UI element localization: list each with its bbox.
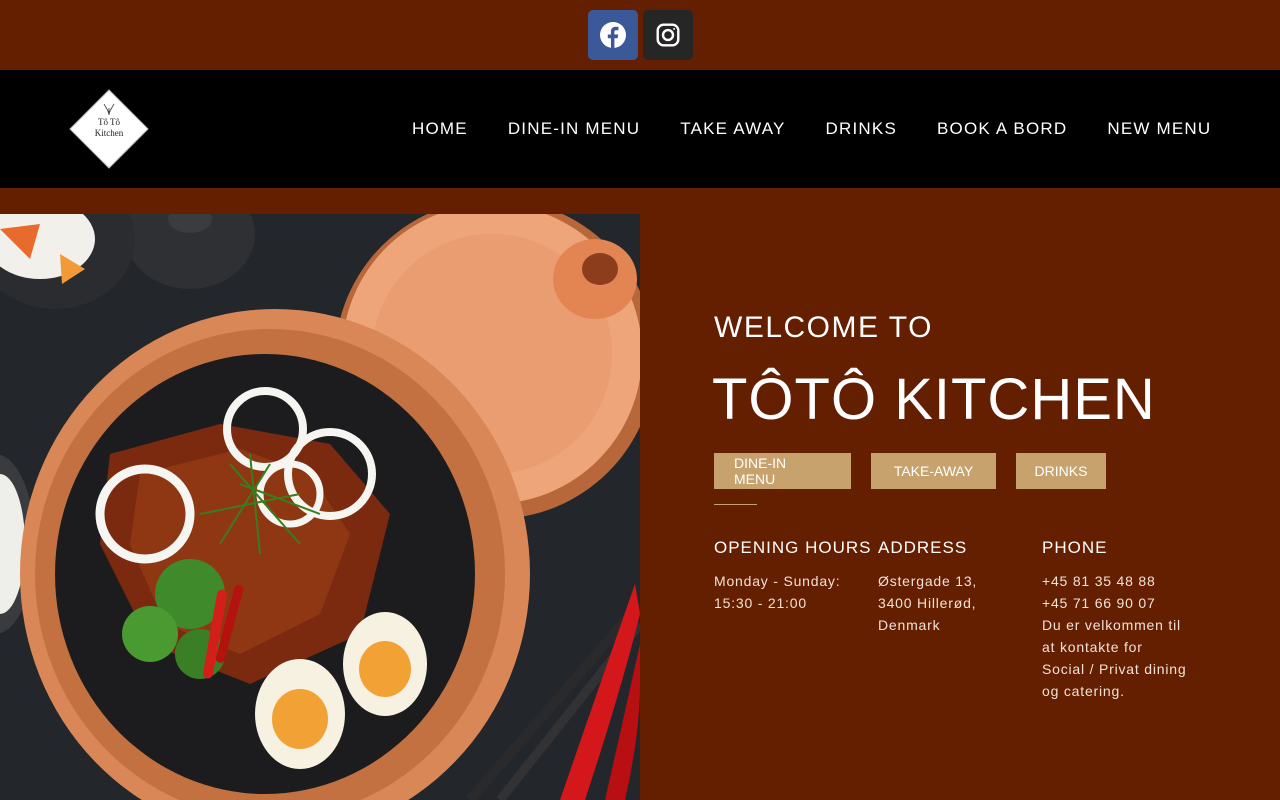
drinks-button[interactable]: DRINKS: [1016, 453, 1106, 489]
phone-number-2[interactable]: +45 71 66 90 07: [1042, 592, 1222, 614]
social-bar: [0, 0, 1280, 70]
opening-hours-heading: OPENING HOURS: [714, 538, 872, 557]
section-divider: [714, 504, 757, 505]
clay-pot-illustration: [0, 214, 640, 800]
nav-item-book-a-bord[interactable]: BOOK A BORD: [937, 119, 1067, 139]
logo-text: Tô Tô Kitchen: [70, 117, 148, 139]
hero-food-image: [0, 214, 640, 800]
nav-item-home[interactable]: HOME: [412, 119, 468, 139]
nav-item-new-menu[interactable]: NEW MENU: [1107, 119, 1211, 139]
address-heading: ADDRESS: [878, 538, 968, 557]
logo-line-1: Tô Tô: [97, 117, 121, 127]
nav-item-dine-in-menu[interactable]: DINE-IN MENU: [508, 119, 640, 139]
phone-note-line: Social / Privat dining: [1042, 661, 1187, 677]
phone-number-1[interactable]: +45 81 35 48 88: [1042, 570, 1222, 592]
nav-item-take-away[interactable]: TAKE AWAY: [680, 119, 785, 139]
phone-section: PHONE +45 81 35 48 88 +45 71 66 90 07 Du…: [1042, 538, 1222, 702]
address-line: Denmark: [878, 617, 941, 633]
instagram-icon: [656, 23, 680, 47]
facebook-button[interactable]: [588, 10, 638, 60]
restaurant-title: TÔTÔ KITCHEN: [712, 367, 1156, 432]
dine-in-menu-button[interactable]: DINE-IN MENU: [714, 453, 851, 489]
site-header: Tô Tô Kitchen HOME DINE-IN MENU TAKE AWA…: [0, 70, 1280, 188]
phone-note-line: og catering.: [1042, 683, 1125, 699]
address-line: Østergade 13,: [878, 573, 978, 589]
phone-note-line: Du er velkommen til: [1042, 617, 1181, 633]
nav-item-drinks[interactable]: DRINKS: [826, 119, 897, 139]
facebook-icon: [600, 22, 626, 48]
opening-hours-section: OPENING HOURS Monday - Sunday: 15:30 - 2…: [714, 538, 872, 614]
logo-line-2: Kitchen: [94, 128, 124, 138]
hours-line: 15:30 - 21:00: [714, 595, 807, 611]
site-logo[interactable]: Tô Tô Kitchen: [69, 89, 149, 169]
hours-line: Monday - Sunday:: [714, 573, 841, 589]
leaf-icon: [103, 103, 115, 116]
main-nav: HOME DINE-IN MENU TAKE AWAY DRINKS BOOK …: [392, 70, 1210, 188]
take-away-button[interactable]: TAKE-AWAY: [871, 453, 996, 489]
address-section: ADDRESS Østergade 13, 3400 Hillerød, Den…: [878, 538, 1028, 636]
address-line: 3400 Hillerød,: [878, 595, 977, 611]
phone-heading: PHONE: [1042, 538, 1108, 557]
phone-note-line: at kontakte for: [1042, 639, 1143, 655]
instagram-button[interactable]: [643, 10, 693, 60]
welcome-heading: WELCOME TO: [714, 311, 933, 344]
